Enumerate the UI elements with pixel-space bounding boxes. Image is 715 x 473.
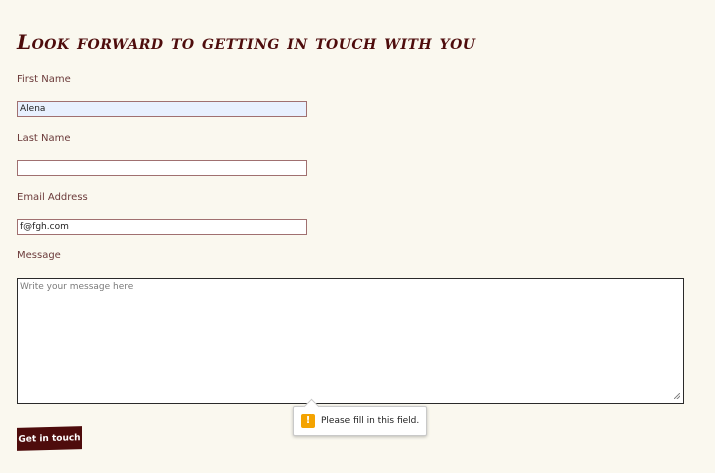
resize-handle[interactable]: [674, 393, 680, 399]
validation-message: Please fill in this field.: [321, 416, 420, 426]
contact-form-page: Look forward to getting in touch with yo…: [0, 0, 715, 473]
last-name-input[interactable]: [17, 160, 307, 176]
validation-tooltip: ! Please fill in this field.: [293, 398, 428, 436]
message-textarea[interactable]: [17, 278, 684, 404]
page-title: Look forward to getting in touch with yo…: [17, 30, 476, 54]
get-in-touch-button[interactable]: Get in touch: [17, 426, 82, 451]
message-label: Message: [17, 250, 61, 261]
first-name-label: First Name: [17, 74, 71, 85]
last-name-label: Last Name: [17, 133, 71, 144]
email-input[interactable]: [17, 219, 307, 235]
email-label: Email Address: [17, 192, 88, 203]
warning-icon: !: [301, 414, 315, 428]
first-name-input[interactable]: [17, 101, 307, 117]
